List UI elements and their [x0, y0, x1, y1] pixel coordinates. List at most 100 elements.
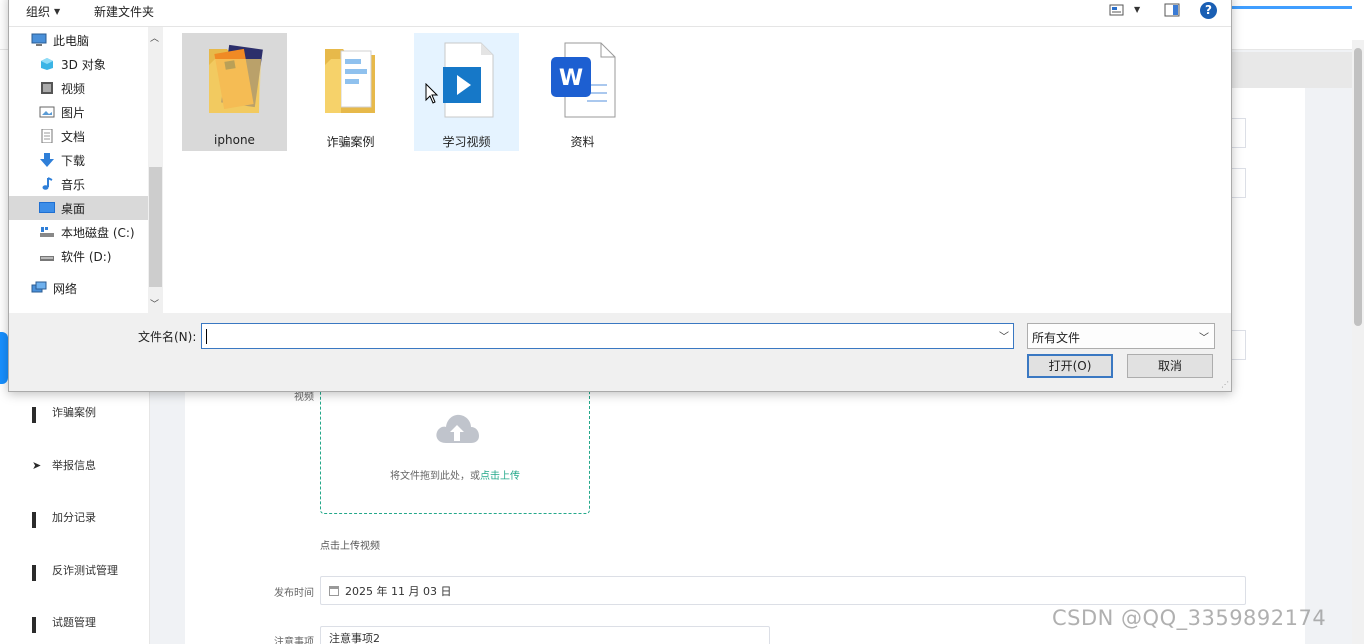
nav-label: 文档 — [61, 129, 86, 144]
svg-text:W: W — [558, 66, 582, 91]
mouse-cursor-icon — [425, 83, 439, 104]
sidebar-item-label: 举报信息 — [52, 459, 96, 472]
filename-label: 文件名(N): — [138, 330, 197, 344]
sidebar-item-points-records[interactable]: 加分记录 — [32, 509, 96, 528]
desktop-icon — [39, 202, 55, 213]
music-icon — [42, 177, 53, 190]
sidebar-item-label: 试题管理 — [52, 616, 96, 629]
grid-icon — [32, 406, 43, 423]
chevron-down-icon: ﹀ — [1199, 333, 1209, 344]
active-menu-marker — [0, 332, 8, 384]
nav-label: 3D 对象 — [61, 57, 106, 72]
upload-instruction: 将文件拖到此处，或 — [390, 471, 480, 482]
folder-photo-icon — [208, 44, 263, 113]
organize-menu[interactable]: 组织 ▼ — [26, 3, 60, 20]
cancel-button[interactable]: 取消 — [1127, 354, 1213, 378]
filename-input[interactable]: ﹀ — [201, 323, 1014, 349]
sidebar-item-reports[interactable]: ➤ 举报信息 — [32, 457, 96, 473]
csdn-watermark: CSDN @QQ_3359892174 — [1052, 606, 1327, 630]
nav-item-documents[interactable]: 文档 — [9, 124, 148, 148]
top-accent-line — [1232, 6, 1352, 9]
notes-input[interactable]: 注意事项2 — [320, 626, 770, 644]
sidebar-item-label: 反诈测试管理 — [52, 564, 118, 577]
3d-objects-icon — [41, 58, 53, 70]
text-caret — [206, 329, 207, 344]
nav-label: 本地磁盘 (C:) — [61, 225, 135, 240]
nav-label: 此电脑 — [53, 33, 90, 48]
sidebar-item-label: 诈骗案例 — [52, 406, 96, 419]
file-name: iphone — [214, 133, 255, 147]
publish-time-input[interactable]: 2025 年 11 月 03 日 — [320, 576, 1246, 605]
sidebar-item-question-management[interactable]: 试题管理 — [32, 614, 96, 633]
nav-item-videos[interactable]: 视频 — [9, 76, 148, 100]
word-file-icon: W — [550, 42, 615, 118]
nav-scrollbar-thumb[interactable] — [149, 167, 162, 287]
grid-icon — [32, 564, 43, 581]
nav-item-network[interactable]: 网络 — [9, 276, 148, 300]
resize-grip-icon[interactable]: ⋰ — [1221, 380, 1229, 389]
help-icon[interactable]: ? — [1200, 2, 1217, 19]
open-button[interactable]: 打开(O) — [1027, 354, 1113, 378]
dialog-toolbar: 组织 ▼ 新建文件夹 ▼ ? — [9, 0, 1231, 27]
navigation-pane: 此电脑 3D 对象 视频 图片 文档 下载 音乐 桌面 本地磁盘 (C:) 软件… — [9, 27, 163, 313]
video-icon — [41, 82, 53, 94]
nav-item-this-pc[interactable]: 此电脑 — [9, 28, 148, 52]
notes-label: 注意事项 — [274, 637, 314, 644]
grid-icon — [32, 511, 43, 528]
publish-time-value: 2025 年 11 月 03 日 — [345, 584, 452, 598]
nav-label: 下载 — [61, 153, 86, 168]
nav-label: 音乐 — [61, 177, 86, 192]
nav-item-desktop[interactable]: 桌面 — [9, 196, 148, 220]
nav-label: 图片 — [61, 105, 86, 120]
file-type-value: 所有文件 — [1032, 331, 1081, 345]
dialog-bottom-bar: 文件名(N): ﹀ 所有文件 ﹀ 打开(O) 取消 ⋰ — [9, 313, 1231, 391]
sidebar-item-test-management[interactable]: 反诈测试管理 — [32, 562, 118, 581]
video-file-icon — [442, 42, 493, 118]
file-type-select[interactable]: 所有文件 ﹀ — [1027, 323, 1215, 349]
nav-item-downloads[interactable]: 下载 — [9, 148, 148, 172]
nav-label: 软件 (D:) — [61, 249, 112, 264]
nav-item-music[interactable]: 音乐 — [9, 172, 148, 196]
upload-cloud-icon — [436, 414, 479, 443]
chevron-down-icon: ▼ — [54, 7, 61, 16]
nav-item-local-disk-c[interactable]: 本地磁盘 (C:) — [9, 220, 148, 244]
view-options-chevron-icon[interactable]: ▼ — [1134, 5, 1140, 14]
folder-docs-icon — [324, 49, 375, 113]
change-view-icon[interactable] — [1109, 3, 1125, 17]
download-icon — [40, 153, 54, 167]
local-disk-icon — [40, 227, 54, 237]
page-scrollbar-thumb[interactable] — [1354, 48, 1362, 326]
pc-icon — [31, 33, 47, 46]
drive-icon — [40, 256, 54, 261]
new-folder-button[interactable]: 新建文件夹 — [94, 3, 154, 20]
sidebar-item-fraud-cases[interactable]: 诈骗案例 — [32, 404, 96, 423]
filename-history-chevron-icon[interactable]: ﹀ — [999, 328, 1009, 343]
document-icon — [41, 129, 53, 143]
scroll-up-icon[interactable]: ︿ — [150, 31, 159, 44]
nav-item-pictures[interactable]: 图片 — [9, 100, 148, 124]
file-name: 学习视频 — [442, 135, 491, 149]
upload-click-link[interactable]: 点击上传 — [480, 471, 520, 482]
network-icon — [31, 281, 47, 293]
file-item-fraud-cases[interactable]: 诈骗案例 — [298, 33, 403, 151]
nav-item-3d-objects[interactable]: 3D 对象 — [9, 52, 148, 76]
file-item-materials[interactable]: W 资料 — [530, 33, 635, 151]
calendar-icon — [329, 585, 339, 596]
preview-pane-icon[interactable] — [1164, 3, 1180, 17]
nav-item-drive-d[interactable]: 软件 (D:) — [9, 244, 148, 268]
grid-icon — [32, 616, 43, 633]
scroll-down-icon[interactable]: ﹀ — [150, 297, 159, 310]
nav-label: 桌面 — [61, 201, 86, 216]
send-icon: ➤ — [32, 458, 42, 472]
file-item-iphone[interactable]: iphone — [182, 33, 287, 151]
video-upload-dropzone[interactable]: 将文件拖到此处，或点击上传 — [320, 386, 590, 514]
file-list-pane: iphone 诈骗案例 学习视频 W 资料 — [163, 27, 1231, 313]
picture-icon — [39, 106, 55, 118]
tab-strip — [1232, 52, 1352, 88]
nav-label: 视频 — [61, 81, 86, 96]
sidebar-item-label: 加分记录 — [52, 511, 96, 524]
new-folder-label: 新建文件夹 — [94, 5, 155, 19]
file-name: 资料 — [570, 135, 595, 149]
nav-label: 网络 — [53, 281, 78, 296]
file-name: 诈骗案例 — [326, 135, 375, 149]
